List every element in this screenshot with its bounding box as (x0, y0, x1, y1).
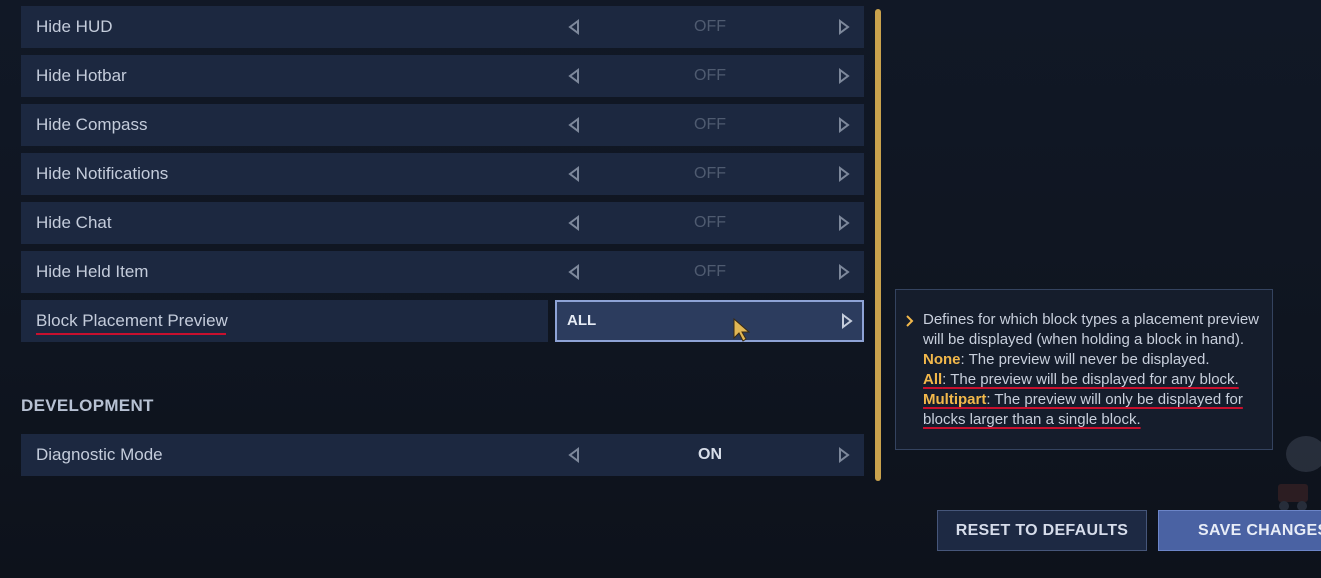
arrow-right-icon[interactable] (836, 117, 852, 133)
arrow-right-icon[interactable] (836, 215, 852, 231)
setting-value: OFF (694, 67, 726, 84)
arrow-left-icon[interactable] (566, 215, 582, 231)
reset-to-defaults-button[interactable]: RESET TO DEFAULTS (937, 510, 1147, 551)
scrollbar[interactable] (875, 9, 881, 481)
tooltip-intro: Defines for which block types a placemen… (923, 311, 1259, 348)
setting-value-selector[interactable]: ALL (555, 300, 864, 342)
mascot-watermark-icon (1278, 436, 1321, 511)
arrow-left-icon[interactable] (566, 166, 582, 182)
option-desc-none: : The preview will never be displayed. (960, 351, 1210, 368)
chevron-right-icon (906, 315, 914, 327)
option-name-multipart: Multipart (923, 391, 987, 408)
setting-value: OFF (694, 165, 726, 182)
label-underline (36, 333, 226, 335)
setting-row-hide-hud[interactable]: Hide HUD OFF (21, 6, 864, 48)
arrow-right-icon[interactable] (836, 19, 852, 35)
setting-row-hide-chat[interactable]: Hide Chat OFF (21, 202, 864, 244)
setting-label: Hide HUD (36, 17, 113, 36)
setting-row-hide-held-item[interactable]: Hide Held Item OFF (21, 251, 864, 293)
setting-value: OFF (694, 263, 726, 280)
tooltip-text: Defines for which block types a placemen… (923, 310, 1273, 430)
setting-label: Hide Chat (36, 213, 112, 232)
arrow-right-icon[interactable] (836, 264, 852, 280)
option-name-none: None (923, 351, 961, 368)
setting-value: ALL (567, 312, 597, 329)
setting-row-hide-hotbar[interactable]: Hide Hotbar OFF (21, 55, 864, 97)
setting-label: Hide Hotbar (36, 66, 127, 85)
setting-row-diagnostic-mode[interactable]: Diagnostic Mode ON (21, 434, 864, 476)
setting-value: ON (698, 446, 722, 463)
mouse-cursor-icon (733, 318, 750, 342)
arrow-right-icon[interactable] (836, 68, 852, 84)
setting-label: Diagnostic Mode (36, 445, 163, 464)
option-desc-all: : The preview will be displayed for any … (942, 371, 1239, 388)
setting-label: Hide Notifications (36, 164, 169, 183)
arrow-left-icon[interactable] (566, 68, 582, 84)
section-title-development: DEVELOPMENT (21, 396, 154, 415)
arrow-right-icon[interactable] (836, 447, 852, 463)
settings-screen: Hide HUD OFF Hide Hotbar OFF Hide Compas… (0, 0, 1321, 578)
arrow-left-icon[interactable] (566, 447, 582, 463)
arrow-left-icon[interactable] (566, 19, 582, 35)
setting-row-hide-notifications[interactable]: Hide Notifications OFF (21, 153, 864, 195)
setting-description-tooltip: Defines for which block types a placemen… (895, 289, 1273, 450)
setting-label-cell: Block Placement Preview (21, 300, 548, 342)
save-changes-button[interactable]: SAVE CHANGES (1158, 510, 1321, 551)
setting-label: Block Placement Preview (36, 311, 228, 330)
setting-value: OFF (694, 116, 726, 133)
arrow-left-icon[interactable] (566, 117, 582, 133)
arrow-left-icon[interactable] (566, 264, 582, 280)
setting-value: OFF (694, 18, 726, 35)
arrow-right-icon[interactable] (836, 166, 852, 182)
setting-value: OFF (694, 214, 726, 231)
setting-label: Hide Held Item (36, 262, 149, 281)
arrow-right-icon[interactable] (839, 313, 855, 329)
option-name-all: All (923, 371, 943, 388)
setting-row-hide-compass[interactable]: Hide Compass OFF (21, 104, 864, 146)
setting-label: Hide Compass (36, 115, 148, 134)
